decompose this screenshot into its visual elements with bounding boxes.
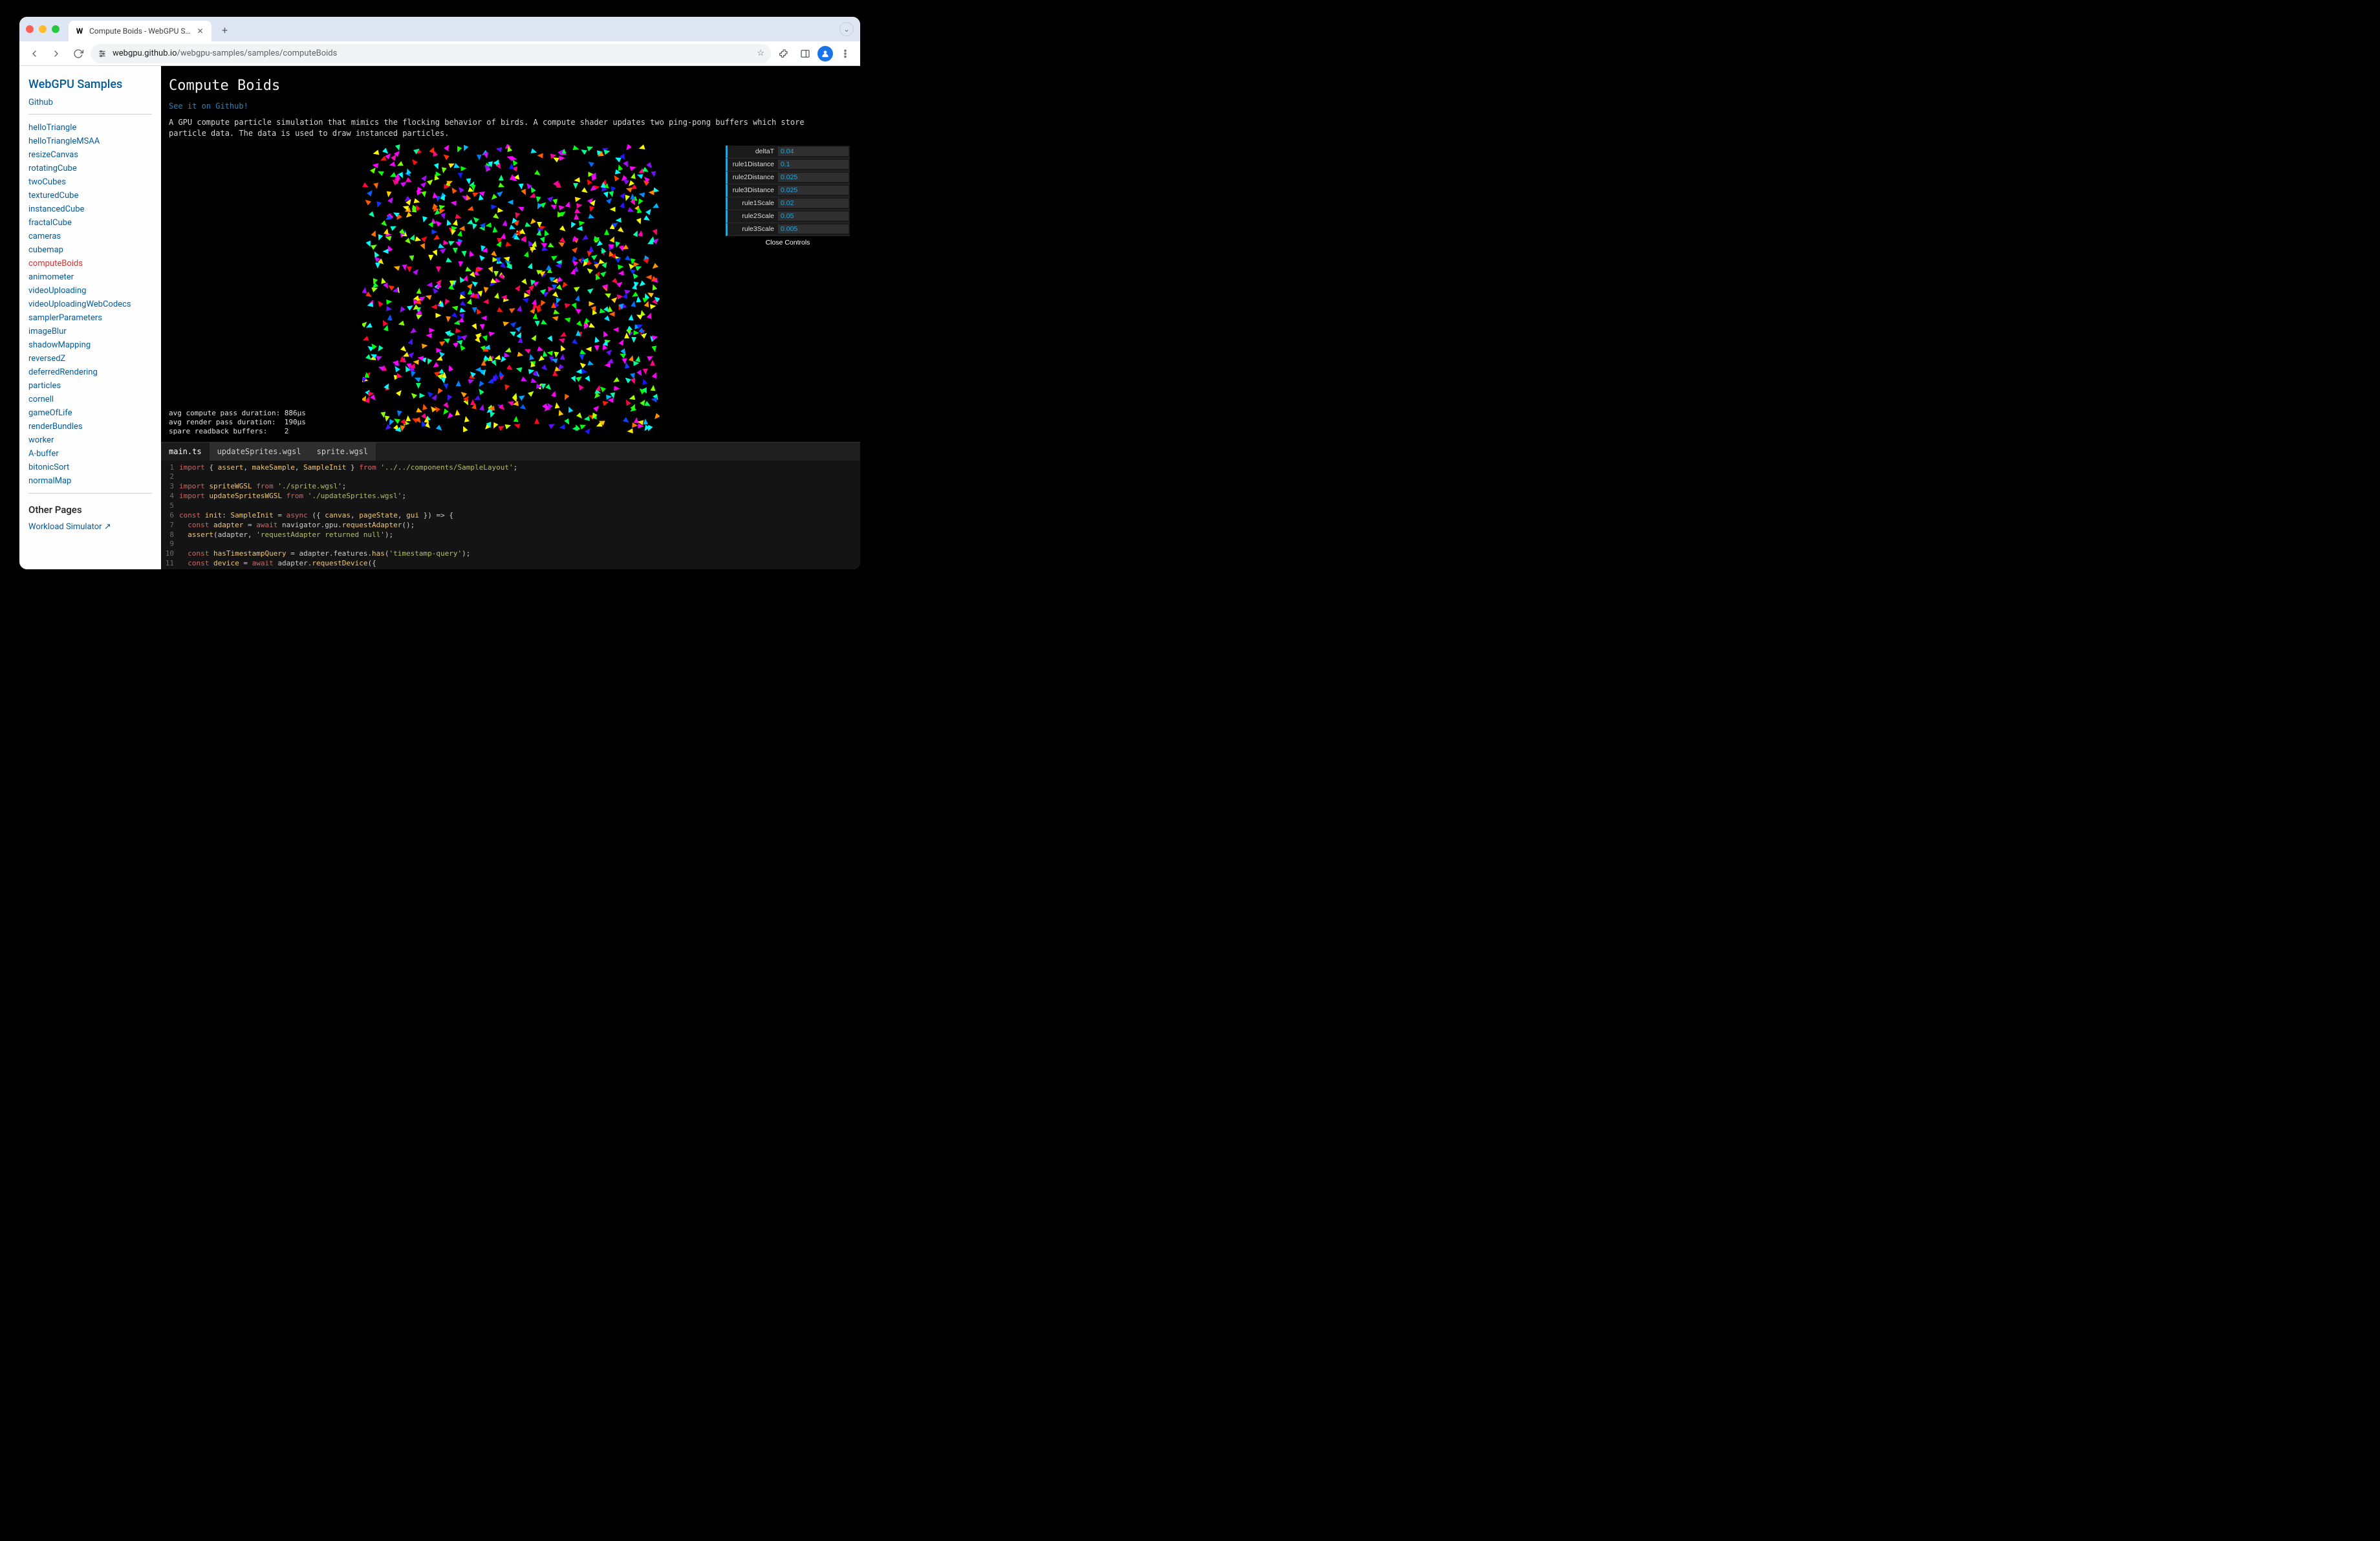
code-viewer[interactable]: 1import { assert, makeSample, SampleInit… — [161, 461, 860, 569]
browser-toolbar: webgpu.github.io/webgpu-samples/samples/… — [19, 41, 860, 66]
page-content: WebGPU Samples Github helloTrianglehello… — [19, 66, 860, 569]
address-bar[interactable]: webgpu.github.io/webgpu-samples/samples/… — [91, 44, 771, 63]
gui-label: rule1Scale — [728, 199, 778, 207]
sidebar-item-resizeCanvas[interactable]: resizeCanvas — [28, 148, 152, 162]
sidebar-item-samplerParameters[interactable]: samplerParameters — [28, 311, 152, 325]
sidebar-item-normalMap[interactable]: normalMap — [28, 474, 152, 488]
sidebar-item-imageBlur[interactable]: imageBlur — [28, 325, 152, 338]
see-on-github-link[interactable]: See it on Github! — [169, 102, 248, 111]
tab-title: Compute Boids - WebGPU S… — [89, 27, 191, 36]
url-text: webgpu.github.io/webgpu-samples/samples/… — [113, 49, 337, 58]
sidebar-item-videoUploading[interactable]: videoUploading — [28, 284, 152, 298]
sidebar-item-cubemap[interactable]: cubemap — [28, 243, 152, 257]
sidebar-item-reversedZ[interactable]: reversedZ — [28, 352, 152, 366]
gui-value-input[interactable]: 0.1 — [778, 160, 849, 169]
nav-reload-button[interactable] — [69, 44, 88, 63]
sidebar-item-computeBoids[interactable]: computeBoids — [28, 257, 152, 270]
webgpu-favicon: W — [75, 27, 84, 36]
sidebar-item-helloTriangleMSAA[interactable]: helloTriangleMSAA — [28, 135, 152, 148]
gui-row-rule3Scale[interactable]: rule3Scale0.005 — [726, 223, 850, 236]
sidebar-item-deferredRendering[interactable]: deferredRendering — [28, 366, 152, 379]
code-tab-updateSprites-wgsl[interactable]: updateSprites.wgsl — [210, 443, 309, 461]
gui-value-input[interactable]: 0.005 — [778, 224, 849, 234]
sample-description: A GPU compute particle simulation that m… — [169, 117, 835, 139]
gui-label: deltaT — [728, 148, 778, 155]
window-minimize-button[interactable] — [39, 25, 47, 33]
gui-label: rule3Scale — [728, 225, 778, 233]
site-settings-icon[interactable] — [97, 49, 107, 59]
sidebar-item-worker[interactable]: worker — [28, 433, 152, 447]
nav-back-button[interactable] — [25, 44, 44, 63]
profile-avatar[interactable] — [817, 46, 833, 61]
browser-tab[interactable]: W Compute Boids - WebGPU S… ✕ — [69, 21, 211, 41]
gui-row-rule2Scale[interactable]: rule2Scale0.05 — [726, 210, 850, 223]
sidebar-title: WebGPU Samples — [28, 78, 152, 91]
gui-row-rule1Scale[interactable]: rule1Scale0.02 — [726, 197, 850, 210]
code-tab-main-ts[interactable]: main.ts — [161, 443, 210, 461]
gui-row-rule3Distance[interactable]: rule3Distance0.025 — [726, 184, 850, 197]
sidebar-item-helloTriangle[interactable]: helloTriangle — [28, 121, 152, 135]
sidebar-item-gameOfLife[interactable]: gameOfLife — [28, 406, 152, 420]
window-close-button[interactable] — [26, 25, 34, 33]
gui-value-input[interactable]: 0.05 — [778, 212, 849, 221]
sidebar-item-rotatingCube[interactable]: rotatingCube — [28, 162, 152, 175]
tab-search-button[interactable]: ⌄ — [839, 22, 854, 36]
canvas-area: avg compute pass duration: 886µs avg ren… — [169, 144, 852, 442]
code-tab-sprite-wgsl[interactable]: sprite.wgsl — [309, 443, 376, 461]
sidebar-item-instancedCube[interactable]: instancedCube — [28, 202, 152, 216]
sidebar-item-fractalCube[interactable]: fractalCube — [28, 216, 152, 230]
workload-simulator-link[interactable]: Workload Simulator ↗ — [28, 522, 111, 532]
gui-label: rule1Distance — [728, 160, 778, 168]
sample-list: helloTrianglehelloTriangleMSAAresizeCanv… — [28, 121, 152, 488]
new-tab-button[interactable]: + — [217, 21, 233, 38]
window-controls — [26, 25, 60, 33]
sidebar-item-cornell[interactable]: cornell — [28, 393, 152, 406]
gui-label: rule2Distance — [728, 173, 778, 181]
sidebar-item-bitonicSort[interactable]: bitonicSort — [28, 461, 152, 474]
simulation-canvas — [362, 144, 660, 435]
main-panel: Compute Boids See it on Github! A GPU co… — [161, 66, 860, 569]
sidebar-divider — [28, 114, 152, 115]
dat-gui-panel: deltaT0.04rule1Distance0.1rule2Distance0… — [726, 146, 850, 249]
gui-value-input[interactable]: 0.02 — [778, 199, 849, 208]
gui-row-rule2Distance[interactable]: rule2Distance0.025 — [726, 171, 850, 184]
gui-row-deltaT[interactable]: deltaT0.04 — [726, 146, 850, 158]
gui-label: rule3Distance — [728, 186, 778, 194]
tab-strip: W Compute Boids - WebGPU S… ✕ + ⌄ — [19, 17, 860, 41]
bookmark-star-icon[interactable]: ☆ — [757, 49, 764, 58]
sidebar-item-A-buffer[interactable]: A-buffer — [28, 447, 152, 461]
sidebar-item-shadowMapping[interactable]: shadowMapping — [28, 338, 152, 352]
gui-value-input[interactable]: 0.04 — [778, 147, 849, 156]
gui-value-input[interactable]: 0.025 — [778, 173, 849, 182]
sidebar-item-renderBundles[interactable]: renderBundles — [28, 420, 152, 433]
sidebar-github-link[interactable]: Github — [28, 98, 152, 107]
other-pages-heading: Other Pages — [28, 504, 152, 516]
browser-window: W Compute Boids - WebGPU S… ✕ + ⌄ webgpu… — [19, 17, 860, 569]
sidebar-item-animometer[interactable]: animometer — [28, 270, 152, 284]
sidebar-item-cameras[interactable]: cameras — [28, 230, 152, 243]
extensions-button[interactable] — [774, 44, 793, 63]
perf-stats: avg compute pass duration: 886µs avg ren… — [169, 409, 306, 437]
gui-value-input[interactable]: 0.025 — [778, 186, 849, 195]
window-zoom-button[interactable] — [52, 25, 60, 33]
sidebar-item-texturedCube[interactable]: texturedCube — [28, 189, 152, 202]
nav-forward-button[interactable] — [47, 44, 66, 63]
gui-label: rule2Scale — [728, 212, 778, 220]
sidebar-item-twoCubes[interactable]: twoCubes — [28, 175, 152, 189]
gui-row-rule1Distance[interactable]: rule1Distance0.1 — [726, 158, 850, 171]
gui-close-button[interactable]: Close Controls — [726, 236, 850, 249]
tab-close-button[interactable]: ✕ — [196, 27, 205, 36]
page-title: Compute Boids — [169, 78, 852, 94]
sidebar-item-videoUploadingWebCodecs[interactable]: videoUploadingWebCodecs — [28, 298, 152, 311]
chrome-menu-button[interactable] — [836, 44, 855, 63]
side-panel-button[interactable] — [795, 44, 815, 63]
code-tabs: main.tsupdateSprites.wgslsprite.wgsl — [161, 442, 860, 461]
sidebar-divider — [28, 493, 152, 494]
sidebar: WebGPU Samples Github helloTrianglehello… — [19, 66, 161, 569]
sidebar-item-particles[interactable]: particles — [28, 379, 152, 393]
